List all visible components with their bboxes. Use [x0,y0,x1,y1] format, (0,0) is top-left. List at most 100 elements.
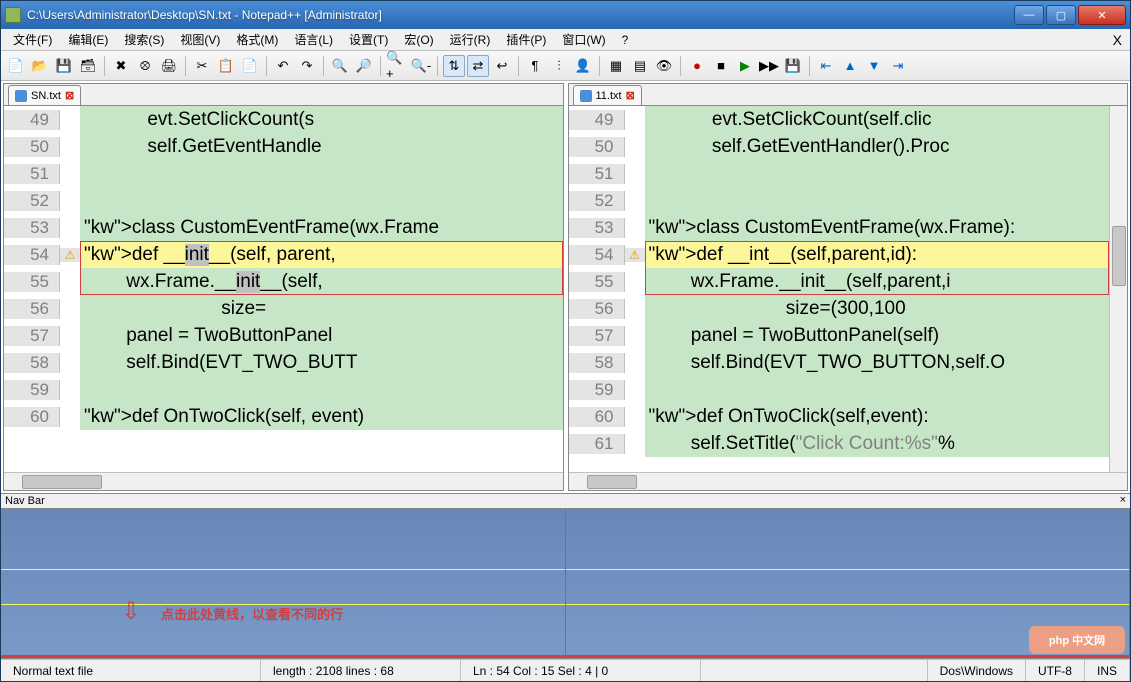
tab-sn-txt[interactable]: SN.txt ⊠ [8,85,81,105]
code-text[interactable]: evt.SetClickCount(s [80,106,563,133]
nav-bar[interactable]: ⇩ 点击此处黄线，以查看不同的行 [1,509,1130,659]
code-text[interactable]: panel = TwoButtonPanel(self) [645,322,1128,349]
code-line[interactable]: 56 size=(300,100 [569,295,1128,322]
compare-first-icon[interactable]: ⇤ [815,55,837,77]
code-line[interactable]: 54 "kw">def __int__(self,parent,id): [569,241,1128,268]
tab-close-icon[interactable]: ⊠ [65,89,74,102]
user-lang-icon[interactable]: 👤 [572,55,594,77]
menu-edit[interactable]: 编辑(E) [60,29,116,50]
new-file-icon[interactable]: 📄 [5,55,27,77]
indent-guide-icon[interactable]: ⫶ [548,55,570,77]
nav-diff-line[interactable] [566,569,1130,570]
menu-plugins[interactable]: 插件(P) [498,29,554,50]
redo-icon[interactable]: ↷ [296,55,318,77]
copy-icon[interactable]: 📋 [215,55,237,77]
menu-settings[interactable]: 设置(T) [341,29,396,50]
close-button[interactable]: ✕ [1078,5,1126,25]
print-icon[interactable]: 🖨 [158,55,180,77]
find-icon[interactable]: 🔍 [329,55,351,77]
status-insert-mode[interactable]: INS [1085,660,1130,681]
code-line[interactable]: 59 [4,376,563,403]
compare-next-icon[interactable]: ▼ [863,55,885,77]
open-file-icon[interactable]: 📂 [29,55,51,77]
undo-icon[interactable]: ↶ [272,55,294,77]
code-text[interactable]: self.SetTitle("Click Count:%s"% [645,430,1128,457]
code-text[interactable]: "kw">def OnTwoClick(self, event) [80,403,563,430]
code-line[interactable]: 58 self.Bind(EVT_TWO_BUTTON,self.O [569,349,1128,376]
code-text[interactable]: evt.SetClickCount(self.clic [645,106,1128,133]
mdi-close-icon[interactable]: X [1113,32,1122,48]
title-bar[interactable]: C:\Users\Administrator\Desktop\SN.txt - … [1,1,1130,29]
menu-help[interactable]: ? [614,31,637,49]
code-line[interactable]: 53"kw">class CustomEventFrame(wx.Frame [4,214,563,241]
v-scrollbar[interactable] [1109,106,1127,472]
menu-view[interactable]: 视图(V) [172,29,228,50]
code-text[interactable] [645,187,1128,214]
code-line[interactable]: 57 panel = TwoButtonPanel [4,322,563,349]
code-text[interactable] [645,160,1128,187]
code-line[interactable]: 50 self.GetEventHandler().Proc [569,133,1128,160]
code-text[interactable] [645,376,1128,403]
save-macro-icon[interactable]: 💾 [782,55,804,77]
code-line[interactable]: 54 "kw">def __init__(self, parent, [4,241,563,268]
menu-file[interactable]: 文件(F) [5,29,60,50]
minimize-button[interactable]: — [1014,5,1044,25]
tab-close-icon[interactable]: ⊠ [626,89,635,102]
code-line[interactable]: 53"kw">class CustomEventFrame(wx.Frame): [569,214,1128,241]
menu-language[interactable]: 语言(L) [286,29,341,50]
cut-icon[interactable]: ✂ [191,55,213,77]
code-text[interactable]: panel = TwoButtonPanel [80,322,563,349]
left-editor[interactable]: 49 evt.SetClickCount(s50 self.GetEventHa… [4,106,563,472]
code-text[interactable]: size= [80,295,563,322]
code-text[interactable]: "kw">class CustomEventFrame(wx.Frame): [645,214,1128,241]
code-line[interactable]: 56 size= [4,295,563,322]
menu-window[interactable]: 窗口(W) [554,29,613,50]
code-line[interactable]: 51 [4,160,563,187]
maximize-button[interactable]: ▢ [1046,5,1076,25]
code-text[interactable]: self.GetEventHandler().Proc [645,133,1128,160]
code-line[interactable]: 49 evt.SetClickCount(self.clic [569,106,1128,133]
code-line[interactable]: 61 self.SetTitle("Click Count:%s"% [569,430,1128,457]
code-text[interactable]: "kw">def __init__(self, parent, [80,241,563,268]
nav-diff-line[interactable] [1,569,565,570]
code-text[interactable]: self.Bind(EVT_TWO_BUTT [80,349,563,376]
code-line[interactable]: 57 panel = TwoButtonPanel(self) [569,322,1128,349]
show-all-chars-icon[interactable]: ¶ [524,55,546,77]
code-text[interactable]: self.Bind(EVT_TWO_BUTTON,self.O [645,349,1128,376]
status-encoding[interactable]: UTF-8 [1026,660,1085,681]
code-line[interactable]: 50 self.GetEventHandle [4,133,563,160]
code-text[interactable]: self.GetEventHandle [80,133,563,160]
close-all-icon[interactable]: ⮾ [134,55,156,77]
close-file-icon[interactable]: ✖ [110,55,132,77]
right-editor[interactable]: 49 evt.SetClickCount(self.clic50 self.Ge… [569,106,1128,472]
save-icon[interactable]: 💾 [53,55,75,77]
status-eol[interactable]: Dos\Windows [928,660,1026,681]
sync-v-icon[interactable]: ⇅ [443,55,465,77]
code-line[interactable]: 55 wx.Frame.__init__(self, [4,268,563,295]
scroll-thumb[interactable] [1112,226,1126,286]
code-line[interactable]: 52 [569,187,1128,214]
code-line[interactable]: 51 [569,160,1128,187]
show-hidden-icon[interactable]: 👁 [653,55,675,77]
code-line[interactable]: 59 [569,376,1128,403]
h-scrollbar[interactable] [4,472,563,490]
zoom-out-icon[interactable]: 🔍- [410,55,432,77]
record-macro-icon[interactable]: ● [686,55,708,77]
nav-diff-line[interactable] [566,604,1130,605]
menu-run[interactable]: 运行(R) [442,29,499,50]
zoom-in-icon[interactable]: 🔍+ [386,55,408,77]
compare-last-icon[interactable]: ⇥ [887,55,909,77]
h-scrollbar[interactable] [569,472,1128,490]
code-text[interactable]: "kw">def __int__(self,parent,id): [645,241,1128,268]
sync-h-icon[interactable]: ⇄ [467,55,489,77]
scroll-thumb[interactable] [587,475,637,489]
stop-macro-icon[interactable]: ■ [710,55,732,77]
code-text[interactable]: size=(300,100 [645,295,1128,322]
scroll-thumb[interactable] [22,475,102,489]
code-text[interactable] [80,187,563,214]
code-text[interactable]: "kw">def OnTwoClick(self,event): [645,403,1128,430]
code-text[interactable]: "kw">class CustomEventFrame(wx.Frame [80,214,563,241]
code-text[interactable]: wx.Frame.__init__(self,parent,i [645,268,1128,295]
code-line[interactable]: 55 wx.Frame.__init__(self,parent,i [569,268,1128,295]
menu-search[interactable]: 搜索(S) [116,29,172,50]
